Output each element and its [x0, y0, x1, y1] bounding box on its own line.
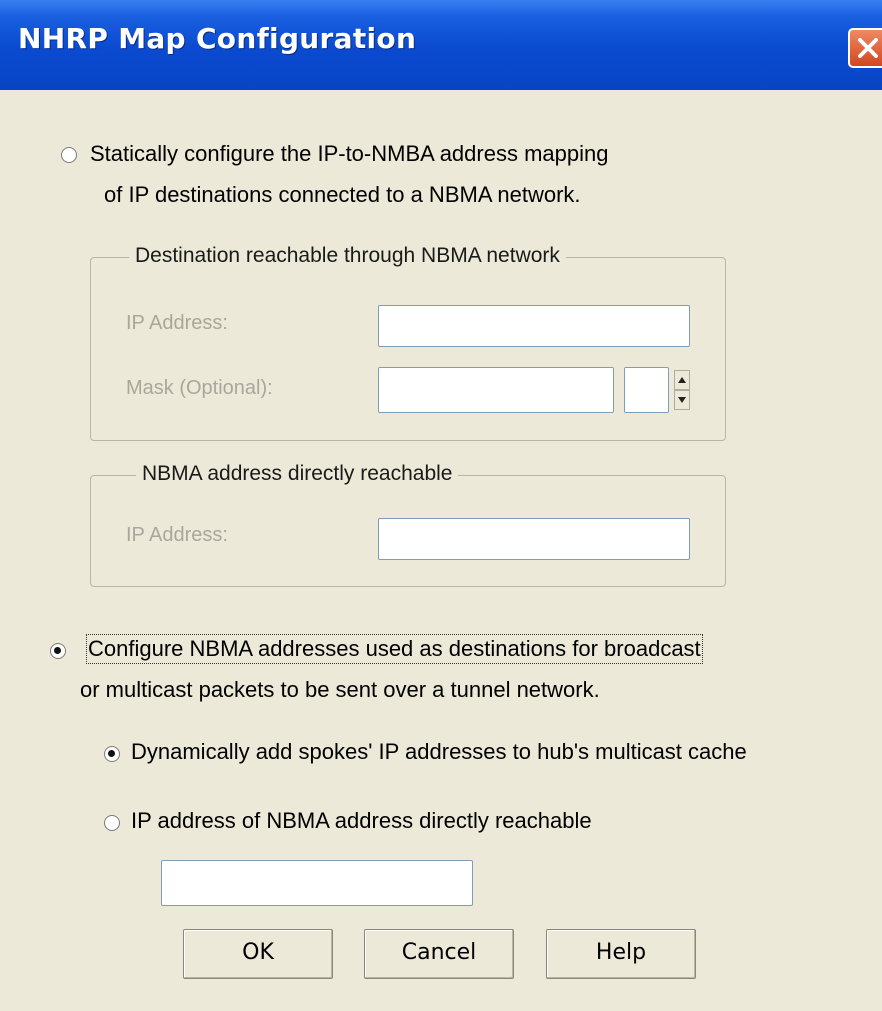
title-bar: NHRP Map Configuration — [0, 0, 882, 90]
dialog-body: Statically configure the IP-to-NMBA addr… — [0, 90, 882, 1011]
nbma-group-legend: NBMA address directly reachable — [136, 462, 459, 486]
multicast-radio[interactable] — [50, 643, 66, 659]
cancel-button[interactable]: Cancel — [364, 929, 514, 979]
ok-button[interactable]: OK — [183, 929, 333, 979]
nbma-ip-input[interactable] — [378, 518, 690, 560]
spin-up-button[interactable] — [674, 370, 690, 390]
prefix-length-input[interactable] — [624, 367, 669, 413]
mask-label: Mask (Optional): — [126, 377, 273, 399]
static-nbma-ip-label: IP address of NBMA address directly reac… — [131, 808, 592, 833]
multicast-label-line1: Configure NBMA addresses used as destina… — [86, 634, 703, 664]
help-button[interactable]: Help — [546, 929, 696, 979]
static-mapping-radio[interactable] — [61, 147, 77, 163]
arrow-up-icon — [678, 377, 686, 383]
static-nbma-ip-radio[interactable] — [104, 815, 120, 831]
destination-group-legend: Destination reachable through NBMA netwo… — [129, 244, 566, 268]
dynamic-spokes-label: Dynamically add spokes' IP addresses to … — [131, 739, 747, 764]
destination-ip-label: IP Address: — [126, 312, 228, 334]
mask-input[interactable] — [378, 367, 614, 413]
close-button[interactable] — [848, 28, 882, 68]
window-title: NHRP Map Configuration — [18, 22, 417, 55]
destination-groupbox — [90, 257, 726, 441]
close-icon — [858, 38, 878, 58]
destination-ip-input[interactable] — [378, 305, 690, 347]
multicast-label-line2: or multicast packets to be sent over a t… — [80, 677, 600, 702]
prefix-spinner — [674, 370, 690, 410]
static-mapping-label-line2: of IP destinations connected to a NBMA n… — [104, 182, 581, 207]
spin-down-button[interactable] — [674, 390, 690, 410]
static-mapping-label-line1: Statically configure the IP-to-NMBA addr… — [90, 141, 609, 166]
arrow-down-icon — [678, 397, 686, 403]
dynamic-spokes-radio[interactable] — [104, 746, 120, 762]
static-nbma-ip-input[interactable] — [161, 860, 473, 906]
nbma-ip-label: IP Address: — [126, 524, 228, 546]
